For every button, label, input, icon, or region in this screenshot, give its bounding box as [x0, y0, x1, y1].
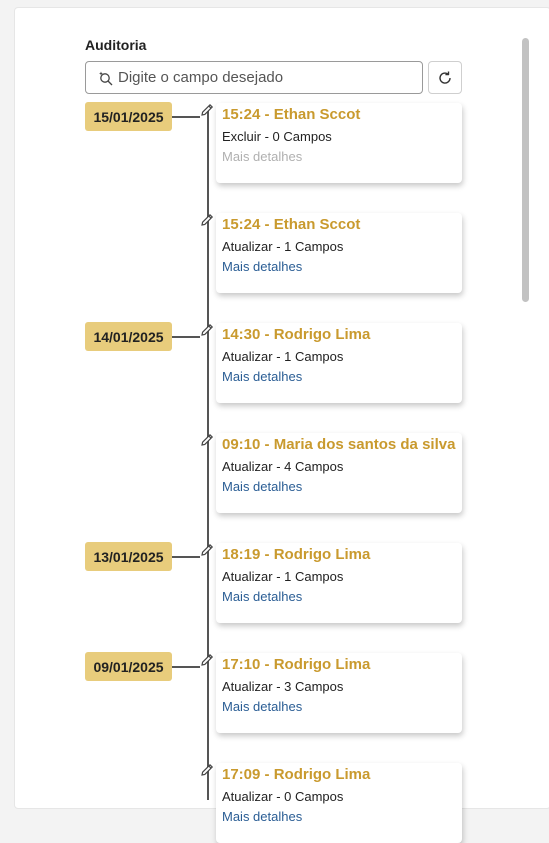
refresh-icon	[437, 70, 453, 86]
pencil-icon	[199, 432, 215, 448]
pencil-icon	[199, 762, 215, 778]
details-link[interactable]: Mais detalhes	[222, 699, 302, 714]
date-badge: 15/01/2025	[85, 102, 172, 131]
entry-title: 14:30 - Rodrigo Lima	[222, 326, 371, 343]
audit-entry-card: 17:10 - Rodrigo Lima Atualizar - 3 Campo…	[216, 653, 462, 733]
entry-action: Atualizar - 3 Campos	[222, 679, 344, 694]
entry-action: Atualizar - 1 Campos	[222, 569, 344, 584]
date-badge: 14/01/2025	[85, 322, 172, 351]
entry-title: 18:19 - Rodrigo Lima	[222, 546, 371, 563]
audit-entry-card: 15:24 - Ethan Sccot Atualizar - 1 Campos…	[216, 213, 462, 293]
pencil-icon	[199, 322, 215, 338]
refresh-button[interactable]	[428, 61, 462, 94]
entry-title: 17:10 - Rodrigo Lima	[222, 656, 371, 673]
date-connector	[172, 336, 200, 338]
pencil-icon	[199, 542, 215, 558]
scrollbar-thumb[interactable]	[522, 38, 529, 302]
entry-action: Atualizar - 0 Campos	[222, 789, 344, 804]
page-title: Auditoria	[85, 37, 147, 53]
pencil-icon	[199, 652, 215, 668]
date-badge: 13/01/2025	[85, 542, 172, 571]
details-link[interactable]: Mais detalhes	[222, 369, 302, 384]
entry-title: 15:24 - Ethan Sccot	[222, 106, 361, 123]
pencil-icon	[199, 212, 215, 228]
entry-title: 15:24 - Ethan Sccot	[222, 216, 361, 233]
date-connector	[172, 116, 200, 118]
audit-entry-card: 15:24 - Ethan Sccot Excluir - 0 Campos M…	[216, 103, 462, 183]
date-connector	[172, 556, 200, 558]
pencil-icon	[199, 102, 215, 118]
details-link[interactable]: Mais detalhes	[222, 479, 302, 494]
audit-entry-card: 17:09 - Rodrigo Lima Atualizar - 0 Campo…	[216, 763, 462, 843]
entry-action: Atualizar - 4 Campos	[222, 459, 344, 474]
audit-entry-card: 09:10 - Maria dos santos da silva Atuali…	[216, 433, 462, 513]
entry-action: Atualizar - 1 Campos	[222, 239, 344, 254]
details-link[interactable]: Mais detalhes	[222, 809, 302, 824]
search-input[interactable]	[118, 69, 408, 86]
details-link[interactable]: Mais detalhes	[222, 149, 302, 164]
date-connector	[172, 666, 200, 668]
audit-entry-card: 18:19 - Rodrigo Lima Atualizar - 1 Campo…	[216, 543, 462, 623]
entry-action: Atualizar - 1 Campos	[222, 349, 344, 364]
entry-title: 17:09 - Rodrigo Lima	[222, 766, 371, 783]
entry-title: 09:10 - Maria dos santos da silva	[222, 436, 456, 453]
date-badge: 09/01/2025	[85, 652, 172, 681]
entry-action: Excluir - 0 Campos	[222, 129, 332, 144]
sparkle-search-icon	[98, 70, 114, 86]
details-link[interactable]: Mais detalhes	[222, 259, 302, 274]
audit-entry-card: 14:30 - Rodrigo Lima Atualizar - 1 Campo…	[216, 323, 462, 403]
details-link[interactable]: Mais detalhes	[222, 589, 302, 604]
search-box[interactable]	[85, 61, 423, 94]
